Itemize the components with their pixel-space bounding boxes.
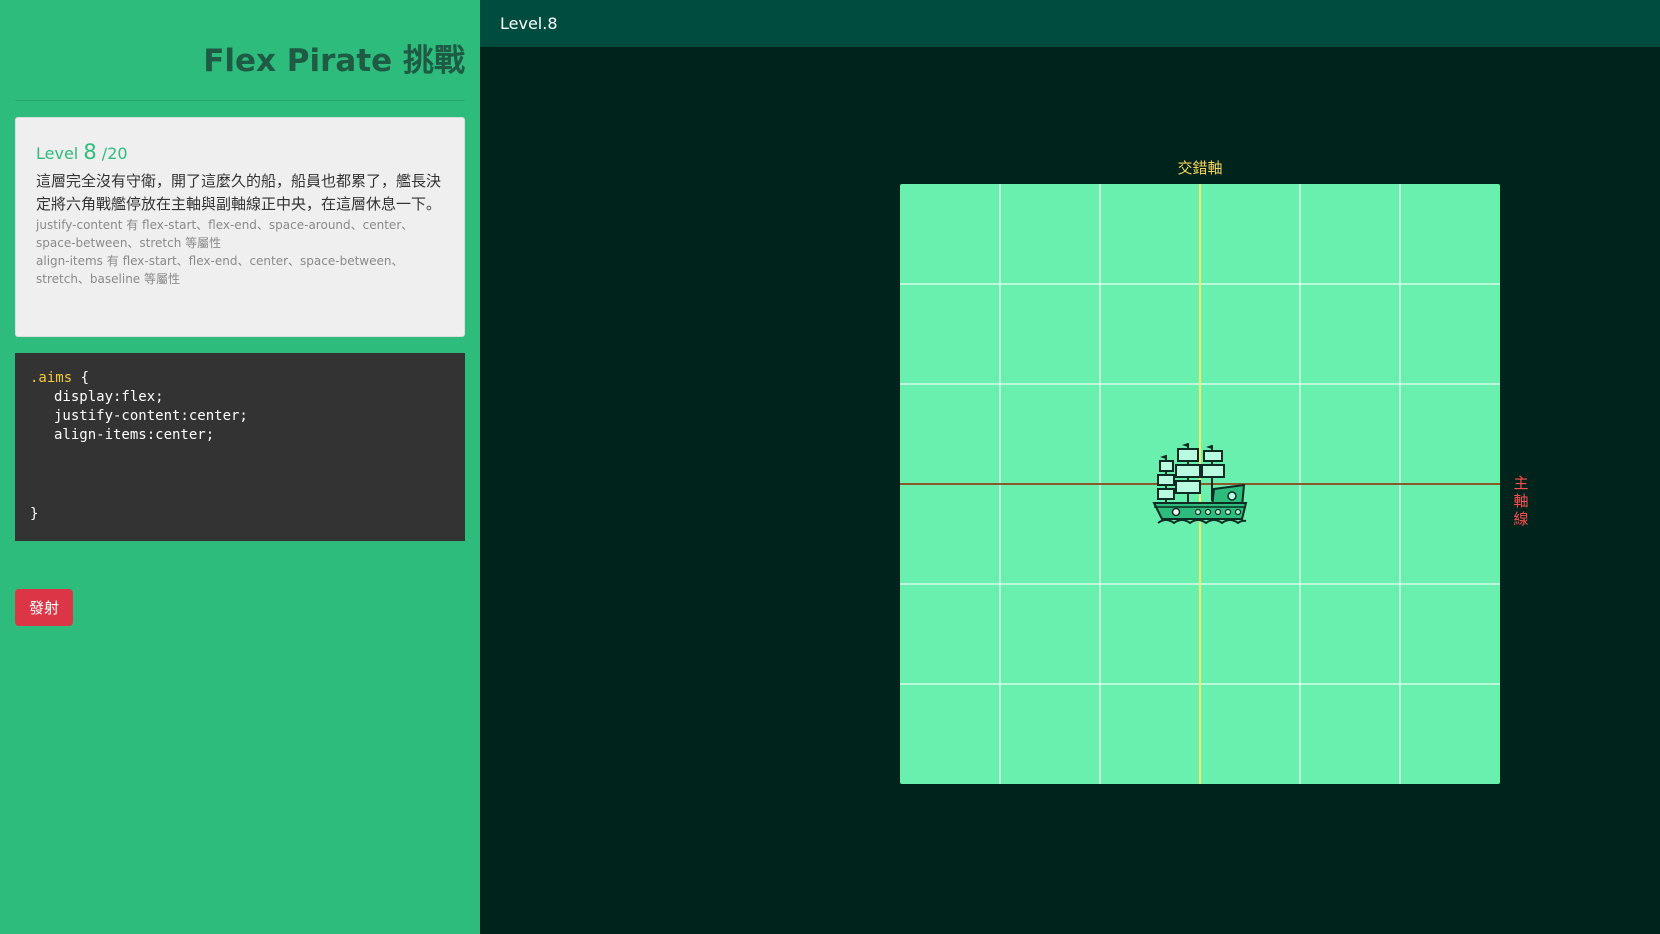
code-open-brace: { — [80, 370, 90, 386]
code-input-area[interactable] — [30, 445, 450, 505]
main-axis-label-char: 主 — [1513, 474, 1529, 492]
cross-axis-label: 交錯軸 — [1177, 159, 1223, 177]
hint-justify-content: justify-content 有 flex-start、flex-end、sp… — [36, 218, 414, 250]
sea-board — [900, 184, 1500, 784]
level-prefix: Level — [36, 144, 79, 163]
app-root: Flex Pirate 挑戰 Level 8 /20 這層完全沒有守衛，開了這麼… — [0, 0, 1660, 934]
level-description: 這層完全沒有守衛，開了這麼久的船，船員也都累了，艦長決定將六角戰艦停放在主軸與副… — [36, 172, 442, 213]
level-header: Level.8 — [480, 0, 1660, 47]
main-axis-label-char: 軸 — [1513, 492, 1529, 510]
code-line-display[interactable]: display:flex; — [30, 388, 450, 407]
game-area: Level.8 交錯軸 主 軸 線 — [480, 0, 1660, 934]
code-selector-line: .aims { — [30, 369, 450, 388]
level-total: /20 — [101, 144, 128, 163]
title-divider — [15, 100, 465, 101]
main-axis-label: 主 軸 線 — [1512, 474, 1530, 528]
code-close-brace: } — [30, 506, 39, 522]
hint-align-items: align-items 有 flex-start、flex-end、center… — [36, 254, 404, 286]
level-card: Level 8 /20 這層完全沒有守衛，開了這麼久的船，船員也都累了，艦長決定… — [15, 117, 465, 337]
code-line-align-items[interactable]: align-items:center; — [30, 426, 450, 445]
pirate-ship-icon — [1152, 443, 1248, 525]
code-line-justify-content[interactable]: justify-content:center; — [30, 407, 450, 426]
board-wrapper: 交錯軸 主 軸 線 — [900, 159, 1529, 784]
level-indicator: Level 8 /20 — [36, 140, 444, 164]
fire-button[interactable]: 發射 — [15, 589, 73, 626]
app-title: Flex Pirate 挑戰 — [203, 43, 465, 79]
level-header-title: Level.8 — [500, 14, 558, 33]
code-selector: .aims — [30, 370, 73, 386]
sidebar: Flex Pirate 挑戰 Level 8 /20 這層完全沒有守衛，開了這麼… — [0, 0, 480, 934]
css-code-editor[interactable]: .aims { display:flex; justify-content:ce… — [15, 353, 465, 541]
main-axis-label-char: 線 — [1513, 510, 1529, 528]
level-current: 8 — [83, 140, 97, 164]
